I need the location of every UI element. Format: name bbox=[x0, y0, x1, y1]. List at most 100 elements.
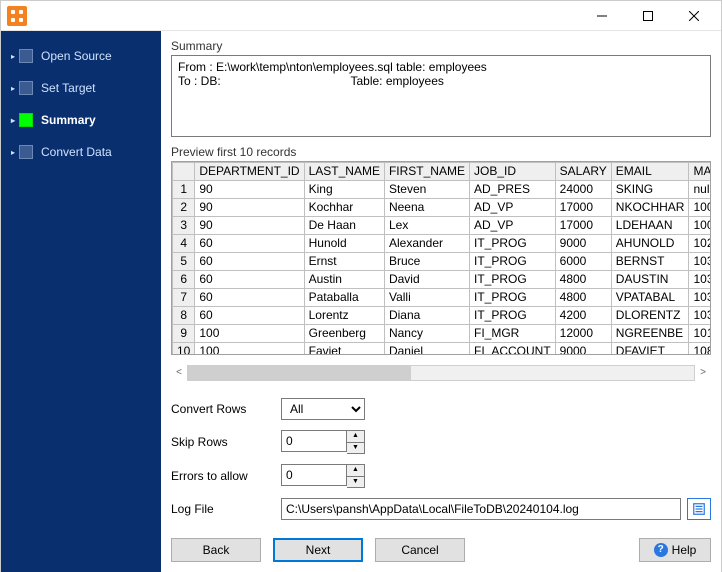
cell: Pataballa bbox=[304, 288, 384, 306]
cell: Bruce bbox=[384, 252, 469, 270]
cell: Daniel bbox=[384, 342, 469, 355]
cell: BERNST bbox=[611, 252, 689, 270]
convert-rows-select[interactable]: All bbox=[281, 398, 365, 420]
spin-down-icon[interactable]: ▼ bbox=[347, 442, 364, 453]
nav-open-source[interactable]: ▸ Open Source bbox=[1, 43, 161, 69]
cell: Steven bbox=[384, 180, 469, 198]
row-number: 4 bbox=[173, 234, 195, 252]
cell: AHUNOLD bbox=[611, 234, 689, 252]
table-row[interactable]: 660AustinDavidIT_PROG4800DAUSTIN103 bbox=[173, 270, 712, 288]
summary-text[interactable]: From : E:\work\temp\nton\employees.sql t… bbox=[171, 55, 711, 137]
next-button[interactable]: Next bbox=[273, 538, 363, 562]
row-number: 5 bbox=[173, 252, 195, 270]
column-header[interactable]: JOB_ID bbox=[469, 162, 555, 180]
spin-up-icon[interactable]: ▲ bbox=[347, 465, 364, 476]
column-header[interactable]: MANAG bbox=[689, 162, 711, 180]
cell: IT_PROG bbox=[469, 234, 555, 252]
cell: 100 bbox=[689, 216, 711, 234]
column-header[interactable]: LAST_NAME bbox=[304, 162, 384, 180]
nav-summary[interactable]: ▸ Summary bbox=[1, 107, 161, 133]
cell: NGREENBE bbox=[611, 324, 689, 342]
table-row[interactable]: 760PataballaValliIT_PROG4800VPATABAL103 bbox=[173, 288, 712, 306]
cell: AD_VP bbox=[469, 216, 555, 234]
wizard-sidebar: ▸ Open Source ▸ Set Target ▸ Summary ▸ C… bbox=[1, 31, 161, 572]
back-button[interactable]: Back bbox=[171, 538, 261, 562]
row-number: 3 bbox=[173, 216, 195, 234]
step-box-icon bbox=[19, 113, 33, 127]
cell: SKING bbox=[611, 180, 689, 198]
titlebar bbox=[1, 1, 721, 31]
cell: 4200 bbox=[555, 306, 611, 324]
column-header[interactable]: DEPARTMENT_ID bbox=[195, 162, 304, 180]
main-panel: Summary From : E:\work\temp\nton\employe… bbox=[161, 31, 721, 572]
table-row[interactable]: 290KochharNeenaAD_VP17000NKOCHHAR100 bbox=[173, 198, 712, 216]
column-header[interactable]: SALARY bbox=[555, 162, 611, 180]
column-header[interactable]: FIRST_NAME bbox=[384, 162, 469, 180]
cell: 100 bbox=[689, 198, 711, 216]
cell: IT_PROG bbox=[469, 306, 555, 324]
cell: 103 bbox=[689, 306, 711, 324]
scroll-right-icon[interactable]: > bbox=[695, 367, 711, 378]
table-row[interactable]: 10100FavietDanielFI_ACCOUNT9000DFAVIET10… bbox=[173, 342, 712, 355]
scroll-left-icon[interactable]: < bbox=[171, 367, 187, 378]
maximize-button[interactable] bbox=[625, 2, 671, 30]
chevron-right-icon: ▸ bbox=[11, 84, 15, 93]
scroll-track[interactable] bbox=[187, 365, 695, 381]
cell: IT_PROG bbox=[469, 270, 555, 288]
skip-rows-input[interactable] bbox=[281, 430, 347, 452]
table-row[interactable]: 390De HaanLexAD_VP17000LDEHAAN100 bbox=[173, 216, 712, 234]
spin-up-icon[interactable]: ▲ bbox=[347, 431, 364, 442]
preview-table[interactable]: DEPARTMENT_IDLAST_NAMEFIRST_NAMEJOB_IDSA… bbox=[171, 161, 711, 355]
cell: 4800 bbox=[555, 288, 611, 306]
chevron-right-icon: ▸ bbox=[11, 116, 15, 125]
spin-down-icon[interactable]: ▼ bbox=[347, 476, 364, 487]
row-number: 2 bbox=[173, 198, 195, 216]
nav-set-target[interactable]: ▸ Set Target bbox=[1, 75, 161, 101]
row-number: 7 bbox=[173, 288, 195, 306]
row-number: 8 bbox=[173, 306, 195, 324]
table-row[interactable]: 460HunoldAlexanderIT_PROG9000AHUNOLD102 bbox=[173, 234, 712, 252]
cell: 100 bbox=[195, 342, 304, 355]
cell: FI_MGR bbox=[469, 324, 555, 342]
nav-convert-data[interactable]: ▸ Convert Data bbox=[1, 139, 161, 165]
preview-heading: Preview first 10 records bbox=[171, 145, 711, 159]
cell: 103 bbox=[689, 252, 711, 270]
cell: 103 bbox=[689, 270, 711, 288]
cell: Austin bbox=[304, 270, 384, 288]
table-row[interactable]: 560ErnstBruceIT_PROG6000BERNST103 bbox=[173, 252, 712, 270]
button-bar: Back Next Cancel ? Help bbox=[171, 538, 711, 566]
cell: FI_ACCOUNT bbox=[469, 342, 555, 355]
cell: DFAVIET bbox=[611, 342, 689, 355]
cell: 60 bbox=[195, 252, 304, 270]
table-row[interactable]: 190KingStevenAD_PRES24000SKINGnull bbox=[173, 180, 712, 198]
errors-allow-label: Errors to allow bbox=[171, 469, 281, 483]
cell: 12000 bbox=[555, 324, 611, 342]
cancel-button[interactable]: Cancel bbox=[375, 538, 465, 562]
log-browse-button[interactable] bbox=[687, 498, 711, 520]
nav-label: Summary bbox=[41, 113, 96, 127]
table-row[interactable]: 9100GreenbergNancyFI_MGR12000NGREENBE101 bbox=[173, 324, 712, 342]
step-box-icon bbox=[19, 49, 33, 63]
cell: 17000 bbox=[555, 216, 611, 234]
cell: LDEHAAN bbox=[611, 216, 689, 234]
column-header[interactable]: EMAIL bbox=[611, 162, 689, 180]
cell: 101 bbox=[689, 324, 711, 342]
cell: 6000 bbox=[555, 252, 611, 270]
errors-allow-input[interactable] bbox=[281, 464, 347, 486]
cell: null bbox=[689, 180, 711, 198]
nav-label: Set Target bbox=[41, 81, 95, 95]
cell: Neena bbox=[384, 198, 469, 216]
row-number: 10 bbox=[173, 342, 195, 355]
nav-label: Open Source bbox=[41, 49, 112, 63]
cell: Greenberg bbox=[304, 324, 384, 342]
table-row[interactable]: 860LorentzDianaIT_PROG4200DLORENTZ103 bbox=[173, 306, 712, 324]
cell: 103 bbox=[689, 288, 711, 306]
scroll-thumb[interactable] bbox=[188, 366, 411, 380]
close-button[interactable] bbox=[671, 2, 717, 30]
log-file-input[interactable] bbox=[281, 498, 681, 520]
minimize-button[interactable] bbox=[579, 2, 625, 30]
horizontal-scrollbar[interactable]: < > bbox=[171, 363, 711, 382]
help-button[interactable]: ? Help bbox=[639, 538, 711, 562]
window-buttons bbox=[579, 2, 717, 30]
document-icon bbox=[692, 502, 706, 516]
